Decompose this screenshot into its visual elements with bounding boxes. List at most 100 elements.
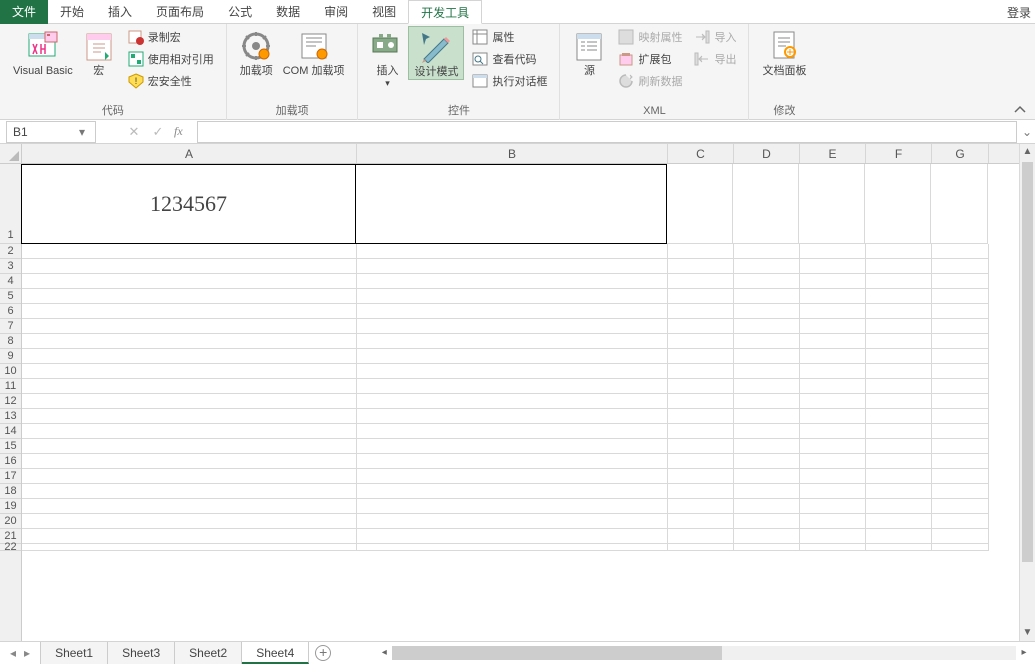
cell[interactable] — [800, 289, 866, 304]
cell[interactable] — [668, 469, 734, 484]
cell[interactable] — [357, 289, 668, 304]
cell[interactable] — [668, 454, 734, 469]
cell-A1[interactable]: 1234567 — [21, 164, 356, 244]
run-dialog-button[interactable]: 执行对话框 — [468, 70, 551, 92]
expansion-button[interactable]: 扩展包 — [614, 48, 686, 70]
cell[interactable] — [668, 544, 734, 551]
cell[interactable] — [22, 514, 357, 529]
scroll-left-icon[interactable]: ◂ — [377, 647, 391, 658]
cell[interactable] — [932, 259, 989, 274]
cell[interactable] — [357, 499, 668, 514]
cell[interactable] — [667, 164, 733, 244]
sheet-tab-sheet2[interactable]: Sheet2 — [175, 642, 242, 664]
cell[interactable] — [357, 409, 668, 424]
login-link[interactable]: 登录 — [1007, 4, 1031, 21]
row-header-10[interactable]: 10 — [0, 364, 21, 379]
cell[interactable] — [734, 334, 800, 349]
row-header-1[interactable]: 1 — [0, 164, 21, 244]
row-header-6[interactable]: 6 — [0, 304, 21, 319]
row-header-11[interactable]: 11 — [0, 379, 21, 394]
vertical-scrollbar[interactable]: ▲ ▼ — [1019, 144, 1035, 641]
formula-input[interactable] — [197, 121, 1017, 143]
cell[interactable] — [866, 514, 932, 529]
cell[interactable] — [22, 394, 357, 409]
cell[interactable] — [357, 349, 668, 364]
cell[interactable] — [866, 319, 932, 334]
row-header-3[interactable]: 3 — [0, 259, 21, 274]
select-all-corner[interactable] — [0, 144, 22, 164]
cell[interactable] — [734, 259, 800, 274]
cell[interactable] — [357, 529, 668, 544]
cell[interactable] — [932, 334, 989, 349]
cell[interactable] — [800, 319, 866, 334]
cell[interactable] — [800, 454, 866, 469]
cell[interactable] — [357, 274, 668, 289]
column-header-D[interactable]: D — [734, 144, 800, 163]
cell[interactable] — [799, 164, 865, 244]
cell[interactable] — [668, 484, 734, 499]
cell[interactable] — [22, 439, 357, 454]
cell[interactable] — [800, 379, 866, 394]
cell[interactable] — [22, 274, 357, 289]
cell[interactable] — [800, 424, 866, 439]
cell[interactable] — [22, 469, 357, 484]
tab-formulas[interactable]: 公式 — [216, 0, 264, 24]
cell[interactable] — [668, 439, 734, 454]
cell[interactable] — [357, 319, 668, 334]
sheet-nav-prev-icon[interactable]: ◂ — [10, 646, 16, 660]
tab-file[interactable]: 文件 — [0, 0, 48, 24]
row-header-12[interactable]: 12 — [0, 394, 21, 409]
name-box-dropdown-icon[interactable]: ▾ — [75, 125, 89, 139]
cell[interactable] — [800, 544, 866, 551]
row-header-2[interactable]: 2 — [0, 244, 21, 259]
cell[interactable] — [22, 529, 357, 544]
cell[interactable] — [800, 484, 866, 499]
tab-data[interactable]: 数据 — [264, 0, 312, 24]
cell[interactable] — [22, 319, 357, 334]
cell[interactable] — [668, 289, 734, 304]
row-header-8[interactable]: 8 — [0, 334, 21, 349]
cell[interactable] — [668, 424, 734, 439]
cell[interactable] — [22, 454, 357, 469]
insert-control-button[interactable]: 插入 ▾ — [366, 26, 408, 89]
cell[interactable] — [866, 379, 932, 394]
cell[interactable] — [800, 499, 866, 514]
cell[interactable] — [800, 334, 866, 349]
cell[interactable] — [865, 164, 931, 244]
cell[interactable] — [734, 409, 800, 424]
cell[interactable] — [866, 484, 932, 499]
cell[interactable] — [357, 469, 668, 484]
collapse-ribbon-icon[interactable] — [1011, 103, 1029, 117]
row-header-15[interactable]: 15 — [0, 439, 21, 454]
cell[interactable] — [800, 514, 866, 529]
scroll-track[interactable] — [392, 646, 1016, 660]
source-button[interactable]: 源 — [568, 26, 610, 78]
cell[interactable] — [932, 304, 989, 319]
cell[interactable] — [800, 394, 866, 409]
cell[interactable] — [800, 349, 866, 364]
cell[interactable] — [932, 364, 989, 379]
expand-formula-bar-icon[interactable]: ⌄ — [1019, 125, 1035, 139]
scroll-thumb[interactable] — [392, 646, 722, 660]
insert-function-icon[interactable]: fx — [174, 124, 183, 139]
cell[interactable] — [866, 349, 932, 364]
visual-basic-button[interactable]: Visual Basic — [8, 26, 78, 78]
cell[interactable] — [733, 164, 799, 244]
accept-formula-icon[interactable]: ✓ — [146, 124, 170, 140]
cell[interactable] — [932, 424, 989, 439]
cell[interactable] — [734, 514, 800, 529]
cell[interactable] — [22, 544, 357, 551]
cell[interactable] — [357, 424, 668, 439]
scroll-up-icon[interactable]: ▲ — [1020, 144, 1035, 160]
cell[interactable] — [668, 394, 734, 409]
cell[interactable] — [800, 529, 866, 544]
row-header-17[interactable]: 17 — [0, 469, 21, 484]
row-header-7[interactable]: 7 — [0, 319, 21, 334]
cell[interactable] — [932, 484, 989, 499]
sheet-tab-sheet4[interactable]: Sheet4 — [242, 642, 309, 664]
cell[interactable] — [866, 409, 932, 424]
row-header-16[interactable]: 16 — [0, 454, 21, 469]
cell[interactable] — [22, 349, 357, 364]
cell[interactable] — [734, 364, 800, 379]
cell[interactable] — [734, 424, 800, 439]
